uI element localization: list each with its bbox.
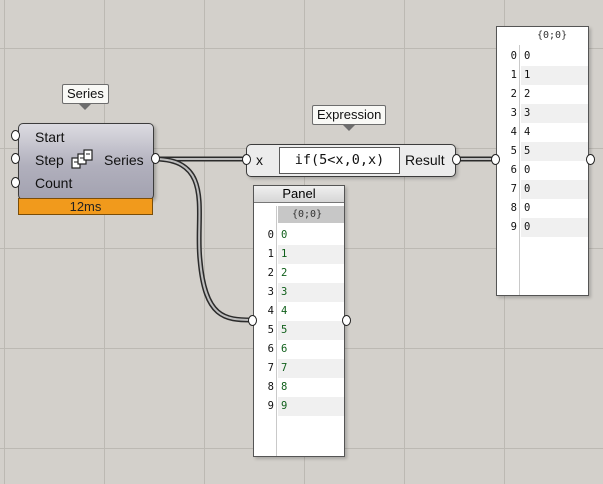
row-value: 0	[524, 164, 531, 176]
input-x[interactable]: x	[256, 152, 263, 168]
list-item: 70	[497, 180, 588, 199]
list-item: 88	[254, 378, 344, 397]
panel-title: Panel	[254, 186, 344, 203]
list-item: 55	[254, 321, 344, 340]
row-index: 4	[510, 126, 517, 138]
row-index: 6	[510, 164, 517, 176]
list-item: 22	[497, 85, 588, 104]
row-value: 8	[281, 381, 288, 393]
list-item: 77	[254, 359, 344, 378]
panel-right-output-grip[interactable]	[586, 154, 595, 165]
list-item: 99	[254, 397, 344, 416]
row-value: 0	[524, 202, 531, 214]
list-item: 60	[497, 161, 588, 180]
list-item: 44	[254, 302, 344, 321]
list-item: 00	[254, 226, 344, 245]
list-item: 00	[497, 47, 588, 66]
row-value: 3	[521, 104, 588, 123]
series-tag: Series	[62, 84, 109, 110]
input-grip-step[interactable]	[11, 153, 20, 164]
row-index: 1	[510, 69, 517, 81]
panel-right[interactable]: {0;0} 00112233445560708090	[496, 26, 589, 296]
row-index: 0	[267, 229, 274, 241]
input-grip-start[interactable]	[11, 130, 20, 141]
input-count[interactable]: Count	[35, 175, 72, 191]
input-grip-count[interactable]	[11, 177, 20, 188]
row-value: 4	[524, 126, 531, 138]
row-value: 4	[281, 305, 288, 317]
list-item: 11	[497, 66, 588, 85]
panel-left-rows: 00112233445566778899	[254, 226, 344, 416]
row-index: 2	[267, 267, 274, 279]
row-index: 6	[267, 343, 274, 355]
list-item: 66	[254, 340, 344, 359]
row-index: 3	[267, 286, 274, 298]
series-icon	[71, 148, 95, 172]
input-grip-x[interactable]	[242, 154, 251, 165]
list-item: 44	[497, 123, 588, 142]
row-value: 6	[281, 343, 288, 355]
panel-left[interactable]: Panel {0;0} 00112233445566778899	[253, 185, 345, 457]
row-index: 7	[510, 183, 517, 195]
row-value: 2	[281, 267, 288, 279]
row-index: 3	[510, 107, 517, 119]
row-value: 5	[521, 142, 588, 161]
row-index: 0	[510, 50, 517, 62]
row-value: 1	[521, 66, 588, 85]
output-grip-result[interactable]	[452, 154, 461, 165]
series-component[interactable]: Start Step Count Series	[18, 123, 154, 200]
row-value: 5	[278, 321, 344, 340]
list-item: 80	[497, 199, 588, 218]
row-index: 9	[510, 221, 517, 233]
expression-tag: Expression	[312, 105, 387, 131]
row-value: 9	[278, 397, 344, 416]
row-value: 0	[521, 180, 588, 199]
row-index: 5	[267, 324, 274, 336]
output-result[interactable]: Result	[405, 152, 445, 168]
row-value: 0	[521, 218, 588, 237]
list-item: 33	[497, 104, 588, 123]
output-grip-series[interactable]	[151, 153, 160, 164]
row-value: 0	[524, 50, 531, 62]
row-index: 8	[267, 381, 274, 393]
row-index: 7	[267, 362, 274, 374]
input-step[interactable]: Step	[35, 152, 64, 168]
list-item: 11	[254, 245, 344, 264]
list-item: 90	[497, 218, 588, 237]
panel-right-rows: 00112233445560708090	[497, 47, 588, 237]
list-item: 22	[254, 264, 344, 283]
row-index: 1	[267, 248, 274, 260]
row-value: 3	[278, 283, 344, 302]
panel-path: {0;0}	[521, 27, 588, 44]
row-value: 1	[278, 245, 344, 264]
output-series[interactable]: Series	[104, 152, 144, 168]
row-value: 0	[281, 229, 288, 241]
input-start[interactable]: Start	[35, 129, 65, 145]
row-index: 4	[267, 305, 274, 317]
panel-right-input-grip[interactable]	[491, 154, 500, 165]
list-item: 33	[254, 283, 344, 302]
wire-series-to-panel	[153, 156, 255, 323]
expression-field[interactable]: if(5<x,0,x)	[279, 147, 400, 174]
row-index: 2	[510, 88, 517, 100]
list-item: 55	[497, 142, 588, 161]
panel-path: {0;0}	[278, 206, 344, 223]
expression-component[interactable]: x if(5<x,0,x) Result	[246, 144, 456, 177]
timing-bar: 12ms	[18, 198, 153, 215]
row-value: 2	[524, 88, 531, 100]
row-index: 5	[510, 145, 517, 157]
row-index: 8	[510, 202, 517, 214]
row-index: 9	[267, 400, 274, 412]
panel-left-input-grip[interactable]	[248, 315, 257, 326]
panel-left-output-grip[interactable]	[342, 315, 351, 326]
row-value: 7	[278, 359, 344, 378]
